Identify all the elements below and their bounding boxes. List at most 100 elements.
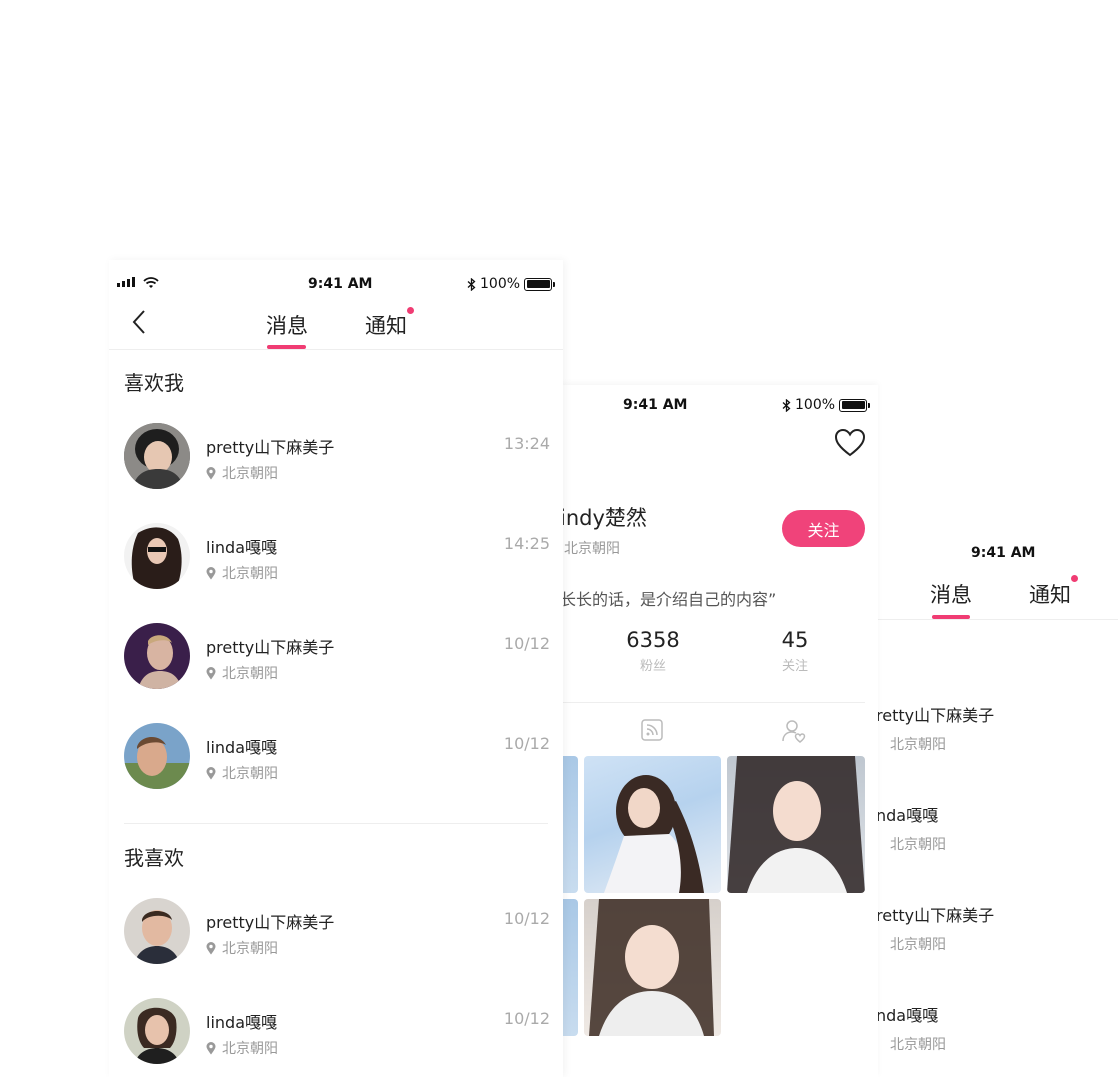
user-heart-icon[interactable] — [781, 718, 807, 744]
avatar — [124, 998, 190, 1064]
row-name: linda嘎嘎 — [206, 1013, 277, 1032]
row-time: 10/12 — [503, 734, 550, 753]
list-item[interactable]: linda嘎嘎 北京朝阳 10/12 — [124, 723, 550, 789]
list-item[interactable]: pretty山下麻美子 北京朝阳 13:24 — [124, 423, 550, 489]
divider — [109, 349, 563, 350]
status-time: 9:41 AM — [308, 276, 373, 292]
row-name: nda嘎嘎 — [878, 806, 939, 825]
avatar — [124, 623, 190, 689]
divider — [878, 619, 1118, 620]
wifi-icon — [143, 277, 159, 288]
feed-icon[interactable] — [640, 718, 664, 742]
avatar — [124, 523, 190, 589]
list-item[interactable]: nda嘎嘎 北京朝阳 — [878, 1002, 946, 1054]
row-location: 北京朝阳 — [206, 563, 278, 583]
row-location: 北京朝阳 — [878, 934, 994, 954]
profile-name: indy楚然 — [560, 506, 647, 530]
tab-messages[interactable]: 消息 — [930, 579, 972, 609]
bluetooth-icon — [467, 277, 476, 291]
stat-label: 关注 — [781, 659, 808, 674]
location-pin-icon — [206, 466, 216, 479]
profile-bio: 长长的话，是介绍自己的内容” — [560, 590, 777, 609]
location-pin-icon — [206, 666, 216, 679]
divider — [560, 702, 865, 703]
row-name: pretty山下麻美子 — [206, 913, 335, 932]
row-name: linda嘎嘎 — [206, 538, 277, 557]
location-pin-icon — [878, 939, 884, 949]
row-name: retty山下麻美子 — [878, 706, 995, 725]
photo-thumb[interactable] — [727, 756, 865, 893]
photo-portrait — [727, 756, 865, 893]
photo-portrait — [604, 775, 704, 893]
photo-portrait — [589, 899, 714, 1036]
list-item[interactable]: nda嘎嘎 北京朝阳 — [878, 802, 946, 854]
section-title-i-like: 我喜欢 — [124, 846, 184, 870]
chevron-left-icon[interactable] — [131, 309, 147, 335]
tab-messages[interactable]: 消息 — [266, 310, 308, 340]
profile-location: 北京朝阳 — [564, 541, 620, 557]
list-item[interactable]: linda嘎嘎 北京朝阳 14:25 — [124, 523, 550, 589]
divider — [124, 823, 548, 824]
row-location: 北京朝阳 — [878, 834, 946, 854]
row-location: 北京朝阳 — [206, 938, 278, 958]
row-time: 10/12 — [503, 634, 550, 653]
location-pin-icon — [878, 1039, 884, 1049]
stat-value: 45 — [781, 628, 809, 652]
battery-icon — [524, 277, 556, 291]
follow-button[interactable]: 关注 — [782, 510, 865, 547]
list-item[interactable]: pretty山下麻美子 北京朝阳 10/12 — [124, 623, 550, 689]
tab-notifications[interactable]: 通知 — [365, 310, 407, 340]
row-name: pretty山下麻美子 — [206, 438, 335, 457]
row-name: pretty山下麻美子 — [206, 638, 335, 657]
battery-text: 100% — [480, 276, 521, 292]
list-item[interactable]: linda嘎嘎 北京朝阳 10/12 — [124, 998, 550, 1064]
battery-icon — [839, 398, 871, 412]
row-time: 10/12 — [503, 909, 550, 928]
stat-following[interactable]: 45 关注 — [750, 628, 840, 674]
location-pin-icon — [878, 739, 884, 749]
row-name: retty山下麻美子 — [878, 906, 995, 925]
message-screen-right: 9:41 AM 消息 通知 retty山下麻美子 北京朝阳 nda嘎嘎 北京朝阳… — [878, 532, 1118, 1077]
row-time: 14:25 — [503, 534, 550, 553]
avatar — [124, 723, 190, 789]
location-pin-icon — [206, 766, 216, 779]
location-pin-icon — [206, 1041, 216, 1054]
row-location: 北京朝阳 — [206, 763, 278, 783]
bluetooth-icon — [782, 398, 791, 412]
notification-dot — [407, 307, 414, 314]
stat-value: 6358 — [626, 628, 680, 652]
profile-screen: 9:41 AM 100% indy楚然 北京朝阳 关注 长长的话，是介绍自己的内… — [560, 385, 878, 1077]
row-time: 10/12 — [503, 1009, 550, 1028]
row-location: 北京朝阳 — [206, 1038, 278, 1058]
section-title-likes-me: 喜欢我 — [124, 371, 184, 395]
tab-notifications[interactable]: 通知 — [1029, 579, 1071, 609]
notification-dot — [1071, 575, 1078, 582]
list-item[interactable]: pretty山下麻美子 北京朝阳 10/12 — [124, 898, 550, 964]
row-location: 北京朝阳 — [206, 663, 278, 683]
heart-icon[interactable] — [834, 428, 866, 458]
cellular-signal-icon — [117, 277, 135, 287]
list-item[interactable]: retty山下麻美子 北京朝阳 — [878, 902, 994, 954]
status-time: 9:41 AM — [971, 545, 1036, 561]
location-pin-icon — [206, 566, 216, 579]
status-time: 9:41 AM — [623, 397, 688, 413]
list-item[interactable]: retty山下麻美子 北京朝阳 — [878, 702, 994, 754]
row-name: linda嘎嘎 — [206, 738, 277, 757]
row-name: nda嘎嘎 — [878, 1006, 939, 1025]
photo-thumb[interactable] — [584, 899, 721, 1036]
row-location: 北京朝阳 — [206, 463, 278, 483]
row-location: 北京朝阳 — [878, 1034, 946, 1054]
location-pin-icon — [878, 839, 884, 849]
photo-thumb[interactable] — [584, 756, 721, 893]
battery-text: 100% — [795, 397, 836, 413]
location-pin-icon — [206, 941, 216, 954]
stat-label: 粉丝 — [639, 659, 666, 674]
status-right: 100% — [467, 276, 556, 292]
row-location: 北京朝阳 — [878, 734, 994, 754]
message-screen-left: 9:41 AM 100% 消息 通知 喜欢我 pretty山下麻美子 北京朝阳 … — [109, 260, 563, 1077]
avatar — [124, 898, 190, 964]
stat-fans[interactable]: 6358 粉丝 — [608, 628, 698, 674]
row-time: 13:24 — [503, 434, 550, 453]
avatar — [124, 423, 190, 489]
status-right: 100% — [782, 397, 871, 413]
